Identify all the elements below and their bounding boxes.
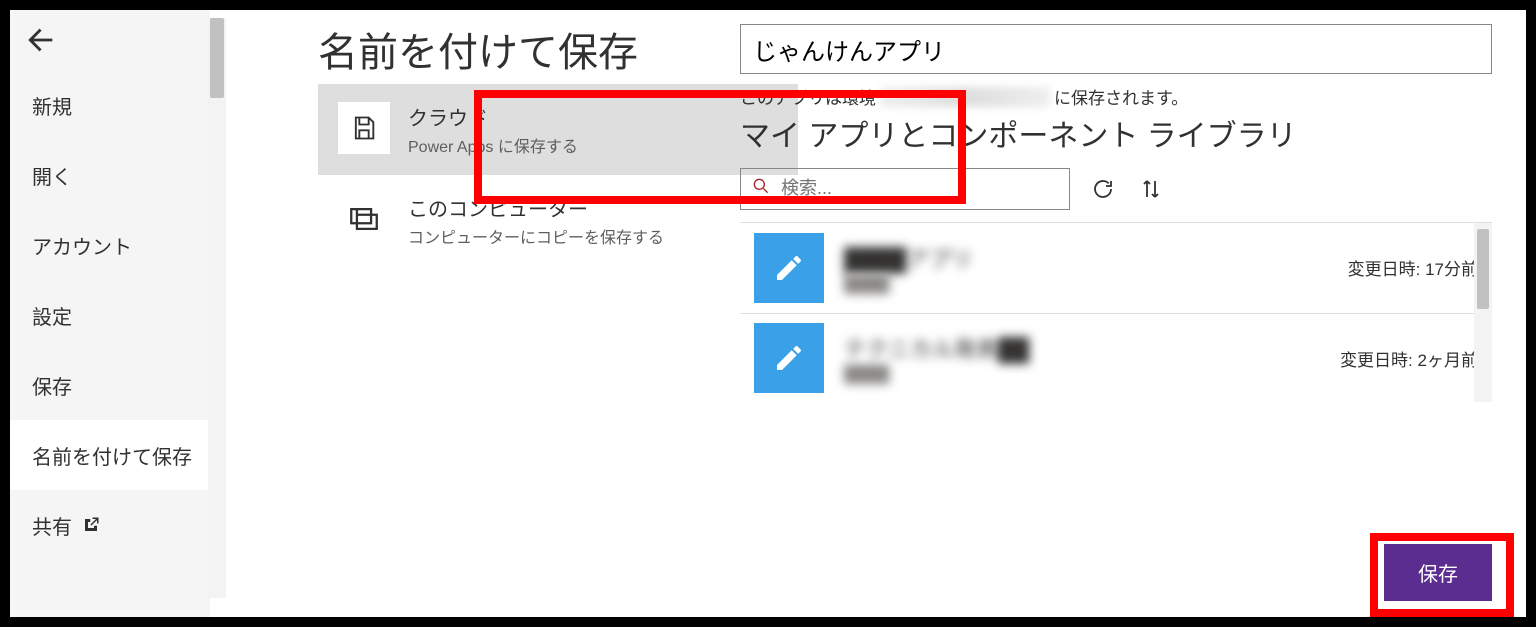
sidebar-item-account[interactable]: アカウント	[10, 210, 210, 280]
app-modified-date: 変更日時: 17分前	[1348, 255, 1478, 280]
list-item[interactable]: テクニカル発表██ ████ 変更日時: 2ヶ月前	[740, 313, 1492, 402]
sidebar: 新規 開く アカウント 設定 保存 名前を付けて保存 共有	[10, 10, 210, 617]
search-icon	[751, 176, 771, 201]
sidebar-item-label: 開く	[32, 161, 72, 190]
save-location-cloud[interactable]: クラウド Power Apps に保存する	[318, 84, 798, 175]
main-area: 名前を付けて保存 クラウド Power Apps に保存する こ	[210, 10, 1526, 617]
computer-icon	[338, 193, 390, 245]
sidebar-item-label: 設定	[32, 301, 72, 330]
scrollbar-thumb[interactable]	[1477, 229, 1489, 309]
app-sub-redacted: ████	[844, 276, 1328, 294]
sidebar-item-share[interactable]: 共有	[10, 490, 210, 560]
save-location-pane: 名前を付けて保存 クラウド Power Apps に保存する こ	[210, 16, 740, 617]
save-icon	[338, 102, 390, 154]
open-external-icon	[82, 516, 100, 534]
save-button[interactable]: 保存	[1384, 544, 1492, 601]
location-title: このコンピューター	[408, 193, 664, 222]
sidebar-item-save-as[interactable]: 名前を付けて保存	[10, 420, 210, 490]
sidebar-item-save[interactable]: 保存	[10, 350, 210, 420]
environment-info: このアプリは環境 に保存されます。	[740, 84, 1492, 109]
env-prefix: このアプリは環境	[740, 84, 876, 109]
section-title: マイ アプリとコンポーネント ライブラリ	[740, 117, 1492, 158]
app-name-input[interactable]	[740, 24, 1492, 74]
search-box[interactable]	[740, 168, 1070, 210]
app-tile-icon	[754, 233, 824, 303]
arrow-left-icon	[24, 23, 58, 57]
env-suffix: に保存されます。	[1054, 84, 1188, 109]
pencil-icon	[773, 252, 805, 284]
sidebar-item-settings[interactable]: 設定	[10, 280, 210, 350]
sidebar-item-label: 保存	[32, 371, 72, 400]
save-location-computer[interactable]: このコンピューター コンピューターにコピーを保存する	[318, 175, 798, 266]
search-input[interactable]	[781, 178, 1059, 199]
location-subtitle: Power Apps に保存する	[408, 133, 578, 157]
app-tile-icon	[754, 323, 824, 393]
sidebar-item-label: 名前を付けて保存	[32, 441, 192, 470]
environment-name-redacted	[880, 87, 1050, 107]
sort-button[interactable]	[1136, 174, 1166, 204]
sidebar-item-label: アカウント	[32, 231, 132, 260]
sort-icon	[1139, 177, 1163, 201]
list-item[interactable]: ████アプリ ████ 変更日時: 17分前	[740, 223, 1492, 313]
back-button[interactable]	[10, 10, 70, 70]
app-modified-date: 変更日時: 2ヶ月前	[1340, 346, 1478, 371]
app-sub-redacted: ████	[844, 366, 1320, 384]
sidebar-item-label: 新規	[32, 91, 72, 120]
app-name-redacted: ████アプリ	[844, 242, 1328, 274]
sidebar-item-new[interactable]: 新規	[10, 70, 210, 140]
save-form-pane: このアプリは環境 に保存されます。 マイ アプリとコンポーネント ライブラリ	[740, 16, 1526, 617]
list-scrollbar[interactable]	[1474, 223, 1492, 402]
app-name-redacted: テクニカル発表██	[844, 332, 1320, 364]
refresh-button[interactable]	[1088, 174, 1118, 204]
app-list: ████アプリ ████ 変更日時: 17分前 テクニカル発表██ ████	[740, 222, 1492, 402]
sidebar-item-label: 共有	[32, 511, 72, 540]
sidebar-item-open[interactable]: 開く	[10, 140, 210, 210]
pencil-icon	[773, 342, 805, 374]
location-subtitle: コンピューターにコピーを保存する	[408, 224, 664, 248]
refresh-icon	[1091, 177, 1115, 201]
page-title: 名前を付けて保存	[318, 20, 740, 78]
location-title: クラウド	[408, 102, 578, 131]
